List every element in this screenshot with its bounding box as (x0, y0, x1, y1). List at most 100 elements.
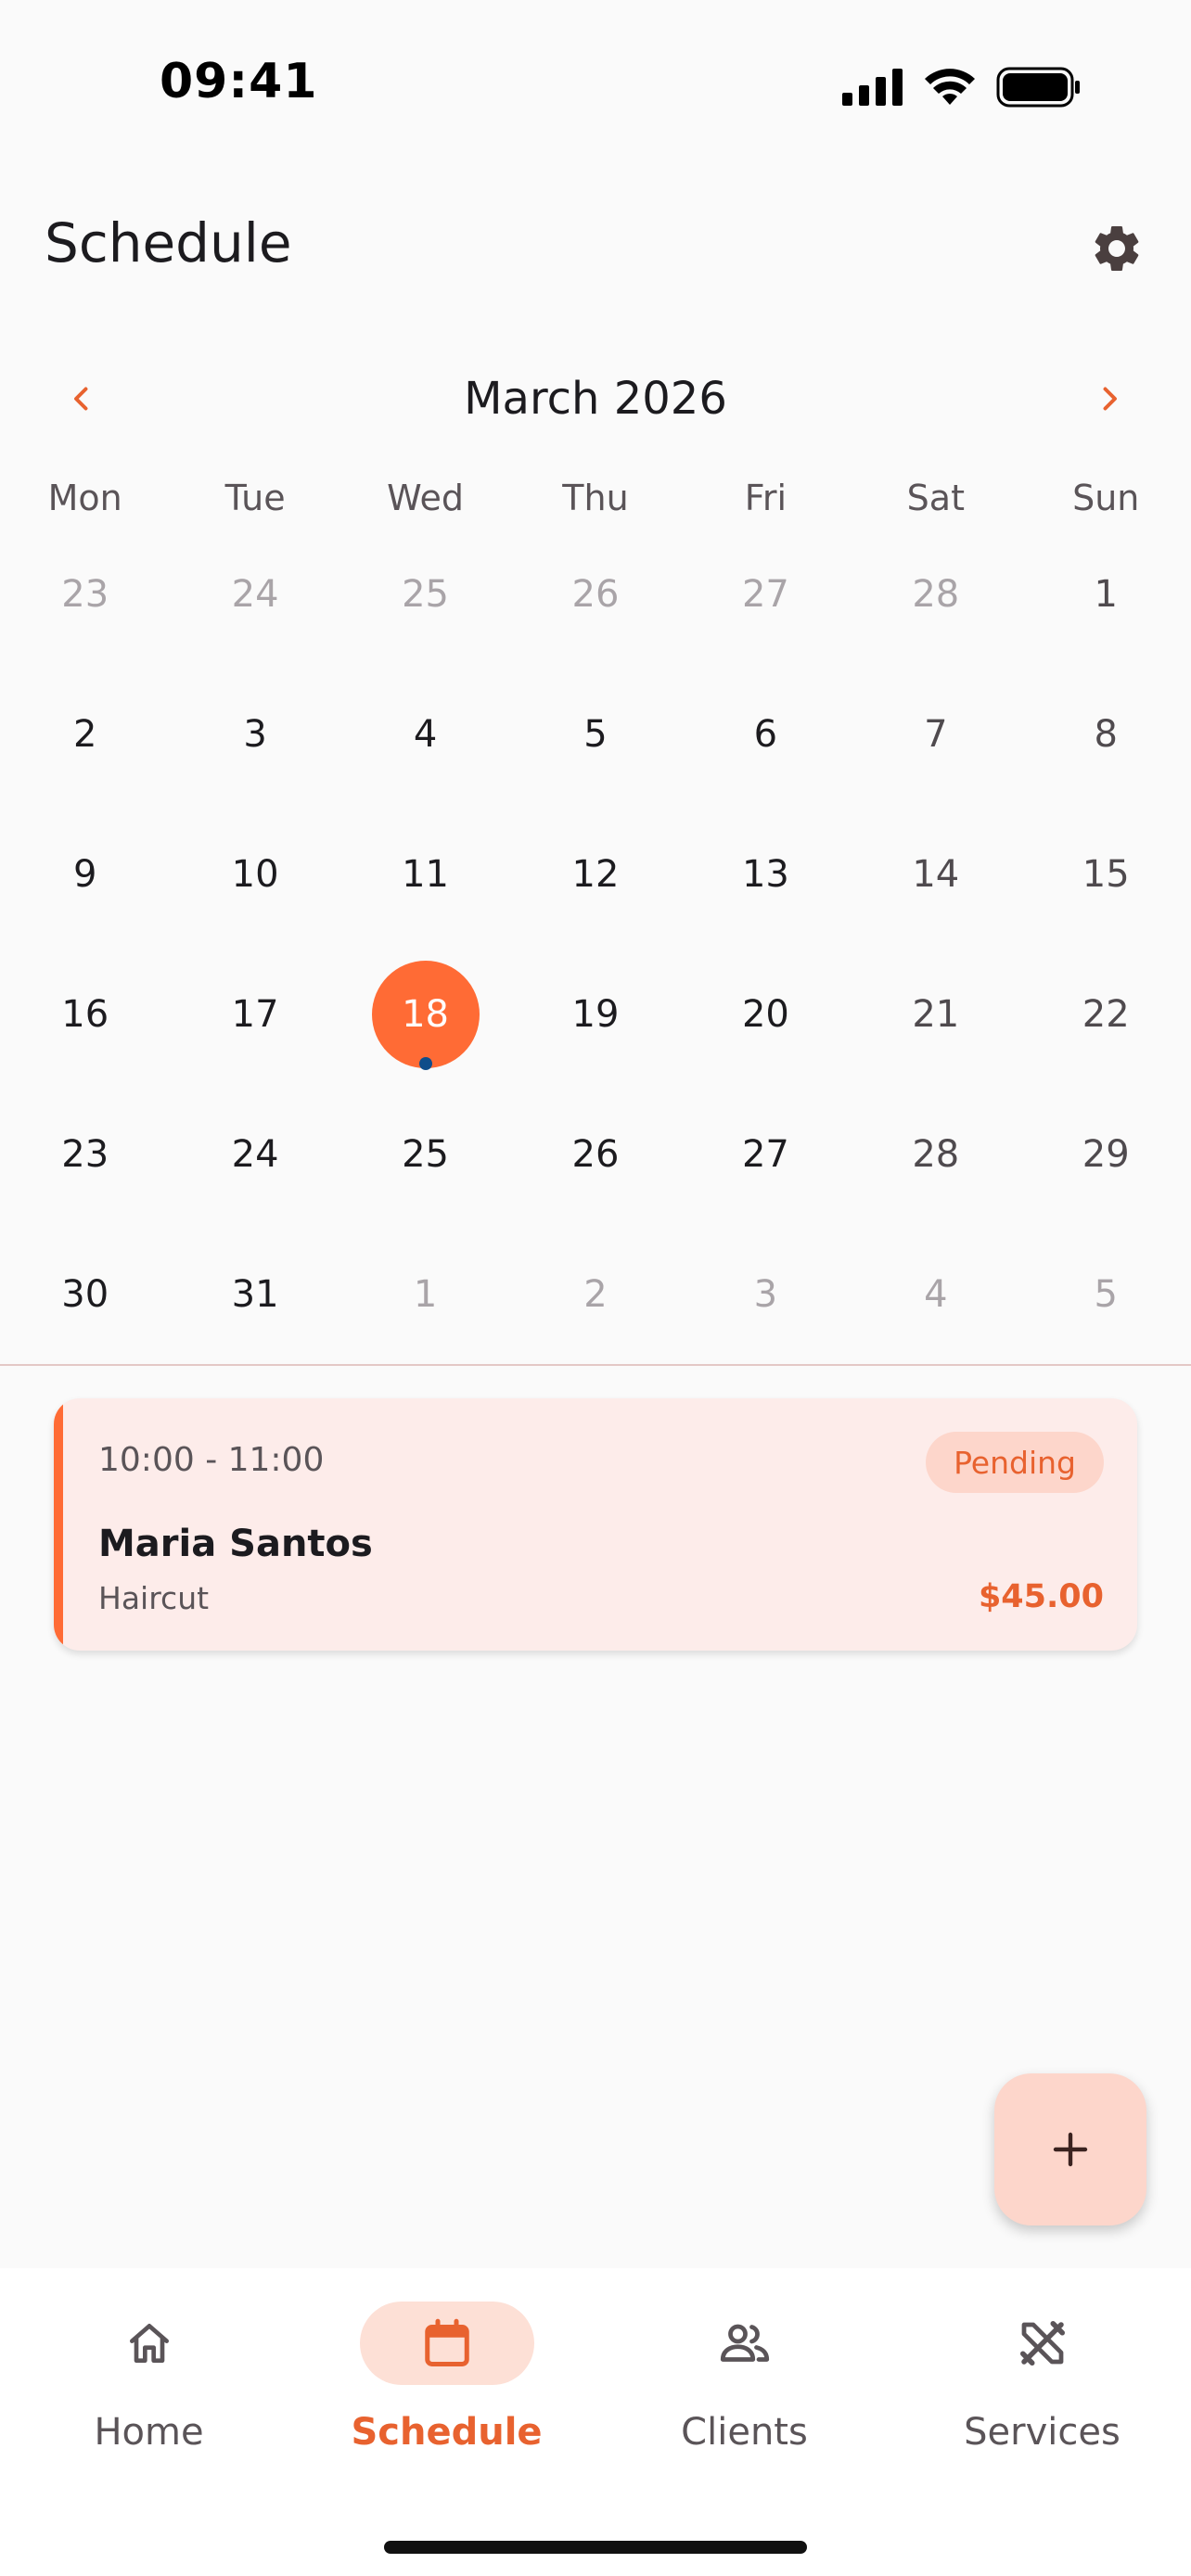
calendar-day[interactable]: 5 (510, 664, 680, 804)
calendar-day[interactable]: 23 (0, 524, 170, 664)
calendar-day[interactable]: 17 (170, 944, 339, 1084)
day-number: 24 (231, 1132, 279, 1176)
plus-icon (1053, 2132, 1088, 2167)
gear-icon (1095, 225, 1139, 271)
nav-item-home[interactable]: Home (0, 2302, 298, 2487)
calendar-day[interactable]: 15 (1021, 804, 1191, 944)
weekday-header-row: Mon Tue Wed Thu Fri Sat Sun (0, 478, 1191, 518)
bottom-navigation: Home Schedule Clients Services (0, 2268, 1191, 2576)
day-number: 1 (1094, 572, 1118, 616)
day-number: 6 (753, 712, 778, 756)
add-appointment-button[interactable] (994, 2073, 1146, 2225)
calendar-divider (0, 1364, 1191, 1366)
day-number: 7 (924, 712, 948, 756)
status-bar: 09:41 (0, 0, 1191, 176)
calendar-day[interactable]: 2 (510, 1224, 680, 1364)
calendar-day[interactable]: 24 (170, 1084, 339, 1224)
nav-label: Services (964, 2411, 1121, 2454)
calendar-day[interactable]: 11 (340, 804, 510, 944)
calendar-day-selected[interactable]: 18 (340, 944, 510, 1084)
day-number: 16 (61, 992, 109, 1036)
weekday-label: Tue (224, 478, 286, 518)
calendar-day[interactable]: 20 (681, 944, 851, 1084)
nav-item-services[interactable]: Services (893, 2302, 1191, 2487)
calendar-day[interactable]: 4 (340, 664, 510, 804)
battery-icon (996, 67, 1080, 108)
calendar-day[interactable]: 25 (340, 524, 510, 664)
calendar-day[interactable]: 26 (510, 1084, 680, 1224)
calendar-day[interactable]: 2 (0, 664, 170, 804)
day-number: 2 (72, 712, 97, 756)
calendar-day[interactable]: 26 (510, 524, 680, 664)
day-number: 13 (741, 852, 789, 896)
day-number: 18 (402, 992, 449, 1036)
appointment-card[interactable]: 10:00 - 11:00 Pending Maria Santos Hairc… (54, 1398, 1137, 1651)
weekday-label: Fri (744, 478, 788, 518)
calendar-day[interactable]: 19 (510, 944, 680, 1084)
day-number: 23 (61, 1132, 109, 1176)
chevron-right-icon (1103, 387, 1117, 411)
wifi-icon (925, 69, 975, 105)
day-number: 30 (61, 1272, 109, 1316)
next-month-button[interactable] (1072, 362, 1146, 436)
weekday-label: Sat (906, 478, 965, 518)
status-time: 09:41 (160, 54, 318, 109)
day-number: 2 (583, 1272, 608, 1316)
settings-button[interactable] (1080, 211, 1154, 286)
page-title: Schedule (45, 211, 292, 274)
calendar-day[interactable]: 6 (681, 664, 851, 804)
calendar-day[interactable]: 1 (340, 1224, 510, 1364)
calendar-day[interactable]: 28 (851, 524, 1020, 664)
home-indicator[interactable] (384, 2541, 807, 2554)
calendar-day[interactable]: 22 (1021, 944, 1191, 1084)
calendar-day[interactable]: 5 (1021, 1224, 1191, 1364)
calendar-day[interactable]: 25 (340, 1084, 510, 1224)
appointment-service: Haircut (98, 1580, 210, 1616)
calendar-day[interactable]: 16 (0, 944, 170, 1084)
day-number: 8 (1094, 712, 1118, 756)
day-number: 5 (1094, 1272, 1118, 1316)
day-number: 31 (231, 1272, 279, 1316)
calendar-day[interactable]: 9 (0, 804, 170, 944)
calendar-day[interactable]: 27 (681, 1084, 851, 1224)
nav-icon-container (359, 2302, 534, 2385)
day-number: 26 (571, 572, 620, 616)
calendar-day[interactable]: 3 (681, 1224, 851, 1364)
month-label: March 2026 (464, 373, 727, 425)
calendar-day[interactable]: 1 (1021, 524, 1191, 664)
calendar-day[interactable]: 23 (0, 1084, 170, 1224)
day-number: 23 (61, 572, 109, 616)
day-number: 24 (231, 572, 279, 616)
calendar-day[interactable]: 29 (1021, 1084, 1191, 1224)
calendar-day[interactable]: 24 (170, 524, 339, 664)
calendar-day[interactable]: 28 (851, 1084, 1020, 1224)
calendar-day[interactable]: 21 (851, 944, 1020, 1084)
calendar-day[interactable]: 27 (681, 524, 851, 664)
calendar-icon (424, 2318, 469, 2366)
nav-item-clients[interactable]: Clients (596, 2302, 893, 2487)
app-header: Schedule (0, 185, 1191, 306)
calendar-day[interactable]: 13 (681, 804, 851, 944)
day-number: 9 (72, 852, 97, 896)
calendar-day[interactable]: 4 (851, 1224, 1020, 1364)
calendar-day[interactable]: 8 (1021, 664, 1191, 804)
day-number: 11 (402, 852, 449, 896)
appointment-client-name: Maria Santos (98, 1523, 373, 1565)
calendar-day[interactable]: 3 (170, 664, 339, 804)
day-number: 3 (753, 1272, 778, 1316)
people-icon (720, 2324, 769, 2362)
calendar-day[interactable]: 10 (170, 804, 339, 944)
day-number: 12 (571, 852, 620, 896)
nav-label: Clients (681, 2411, 808, 2454)
calendar-day[interactable]: 31 (170, 1224, 339, 1364)
day-number: 22 (1082, 992, 1130, 1036)
calendar-day[interactable]: 14 (851, 804, 1020, 944)
day-number: 20 (741, 992, 789, 1036)
calendar-day[interactable]: 12 (510, 804, 680, 944)
calendar-day[interactable]: 7 (851, 664, 1020, 804)
day-number: 15 (1082, 852, 1130, 896)
nav-item-schedule[interactable]: Schedule (298, 2302, 596, 2487)
day-number: 19 (571, 992, 620, 1036)
calendar-day[interactable]: 30 (0, 1224, 170, 1364)
day-number: 17 (231, 992, 279, 1036)
